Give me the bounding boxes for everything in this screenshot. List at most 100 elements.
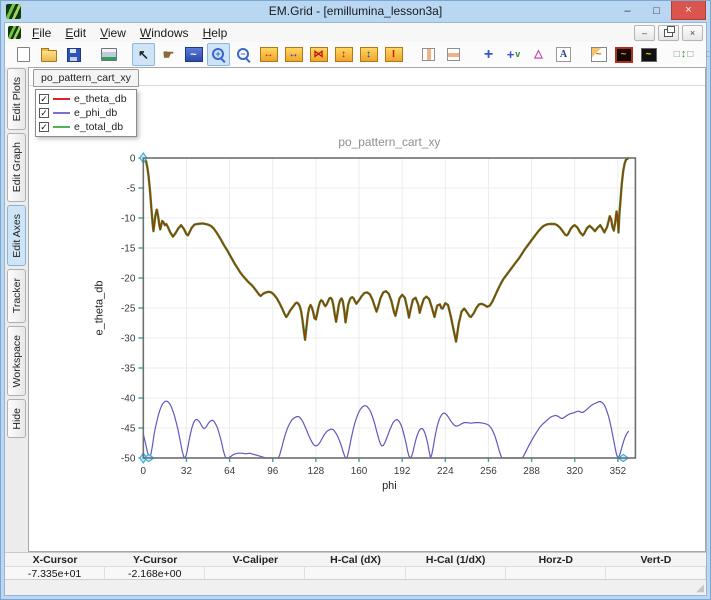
chart-canvas[interactable]: 03264961281601922242562883203520-5-10-15… [29,68,705,551]
series-e_theta_db [143,158,628,342]
svg-text:-50: -50 [121,453,136,464]
sidebar-tab-label: Tracker [11,278,23,313]
checkbox-icon[interactable]: ✓ [39,108,49,118]
save-icon[interactable] [62,43,85,66]
mdi-app-icon[interactable] [8,26,21,39]
text-annotation-icon[interactable]: A [552,43,575,66]
mirror-y-icon[interactable]: I [382,43,405,66]
plot-client-area: po_pattern_cart_xy ✓e_theta_db✓e_phi_db✓… [28,67,706,552]
plot-style-dark-icon: ~ [615,47,633,63]
compress-x-icon[interactable]: ↔ [282,43,305,66]
add-cursor-icon[interactable]: + [477,43,500,66]
legend-item-e_theta_db: ✓e_theta_db [39,92,127,105]
resize-grip-icon[interactable]: ◢ [696,583,704,594]
status-value-row: -7.335e+01-2.168e+00 [5,566,706,580]
legend-item-e_phi_db: ✓e_phi_db [39,106,127,119]
pan-hand-icon[interactable]: ☛ [157,43,180,66]
app-window: EM.Grid - [emillumina_lesson3a] –□× File… [0,0,711,600]
distribute-vertical-icon-part: ↕ [681,49,687,60]
distribute-vertical-icon-part: □ [674,50,680,60]
split-vertical-icon[interactable] [417,43,440,66]
new-file-icon[interactable] [12,43,35,66]
menu-item-edit[interactable]: Edit [58,25,93,41]
menu-item-windows[interactable]: Windows [133,25,196,41]
status-header-y-cursor: Y-Cursor [105,553,205,566]
status-header-v-caliper: V-Caliper [205,553,305,566]
sidebar-tab-tracker[interactable]: Tracker [7,269,26,322]
distribute-horizontal-icon[interactable]: □↔□ [707,43,711,66]
distribute-vertical-icon: □↕□ [674,49,694,60]
cursor-status-table: X-CursorY-CursorV-CaliperH-Cal (dX)H-Cal… [5,552,706,580]
open-file-icon[interactable] [37,43,60,66]
toolbar: ↖☛~+−↔↔⋈↕↕I++v△A~~~□↕□□↔□Layout▾ [5,42,706,68]
mdi-close-button[interactable]: × [682,25,703,41]
mirror-y-icon: I [385,47,403,62]
checkbox-icon[interactable]: ✓ [39,94,49,104]
sidebar-tab-workspace[interactable]: Workspace [7,326,26,396]
expand-x-icon: ↔ [260,47,278,62]
svg-text:phi: phi [382,480,397,492]
svg-text:192: 192 [394,466,411,477]
zoom-in-icon[interactable]: + [207,43,230,66]
axes-tracker-icon: +v [507,48,521,61]
sidebar-tab-edit-axes[interactable]: Edit Axes [7,205,26,267]
svg-text:288: 288 [523,466,540,477]
delta-marker-icon[interactable]: △ [527,43,550,66]
maximize-button[interactable]: □ [642,1,671,20]
menu-item-help[interactable]: Help [196,25,235,41]
axes-tracker-icon[interactable]: +v [502,43,525,66]
sidebar-tab-strip: Edit Plots Edit Graph Edit Axes Tracker Work… [5,67,28,552]
zoom-out-icon: − [235,46,252,63]
select-arrow-icon: ↖ [138,48,149,61]
title-bar[interactable]: EM.Grid - [emillumina_lesson3a] –□× [1,1,710,22]
text-annotation-icon: A [556,47,571,62]
mdi-restore-button[interactable] [658,25,679,41]
compress-y-icon[interactable]: ↕ [357,43,380,66]
plot-style-dark-icon[interactable]: ~ [612,43,635,66]
status-header-horz-d: Horz-D [506,553,606,566]
plot-mode-icon[interactable]: ~ [182,43,205,66]
distribute-horizontal-icon-part: □ [706,50,711,60]
svg-text:-35: -35 [121,363,136,374]
window-title: EM.Grid - [emillumina_lesson3a] [1,4,710,18]
menu-item-file[interactable]: File [25,25,58,41]
sidebar-tab-edit-graph[interactable]: Edit Graph [7,133,26,201]
svg-text:-25: -25 [121,303,136,314]
print-icon [101,48,117,61]
series-e_total_db [143,158,628,342]
new-file-icon [17,47,30,62]
svg-text:352: 352 [610,466,627,477]
plot-style-contour-icon[interactable]: ~ [637,43,660,66]
sidebar-tab-label: Edit Plots [11,77,23,121]
menu-items: FileEditViewWindowsHelp [25,25,234,41]
expand-x-icon[interactable]: ↔ [257,43,280,66]
mdi-minimize-button[interactable]: – [634,25,655,41]
legend-swatch [53,126,70,128]
svg-text:-5: -5 [127,183,136,194]
distribute-vertical-icon[interactable]: □↕□ [672,43,695,66]
compress-y-icon: ↕ [360,47,378,62]
distribute-vertical-icon-part: □ [687,50,693,60]
snapshot-plot-icon[interactable]: ~ [587,43,610,66]
checkbox-icon[interactable]: ✓ [39,122,49,132]
status-header-row: X-CursorY-CursorV-CaliperH-Cal (dX)H-Cal… [5,553,706,566]
sidebar-tab-edit-plots[interactable]: Edit Plots [7,68,26,130]
close-button[interactable]: × [671,1,706,20]
legend-swatch [53,112,70,114]
split-horizontal-icon[interactable] [442,43,465,66]
menu-item-view[interactable]: View [93,25,133,41]
document-tab[interactable]: po_pattern_cart_xy [33,69,139,87]
select-arrow-icon[interactable]: ↖ [132,43,155,66]
minimize-button[interactable]: – [613,1,642,20]
body-area: Edit Plots Edit Graph Edit Axes Tracker Work… [5,67,706,552]
mirror-x-icon[interactable]: ⋈ [307,43,330,66]
print-icon[interactable] [97,43,120,66]
sidebar-tab-hide[interactable]: Hide [7,399,26,439]
expand-y-icon[interactable]: ↕ [332,43,355,66]
add-cursor-icon: + [484,47,493,63]
plot-legend: ✓e_theta_db✓e_phi_db✓e_total_db [35,89,137,137]
svg-text:-20: -20 [121,273,136,284]
svg-text:0: 0 [130,153,136,164]
plot-mode-icon: ~ [185,47,203,62]
zoom-out-icon[interactable]: − [232,43,255,66]
